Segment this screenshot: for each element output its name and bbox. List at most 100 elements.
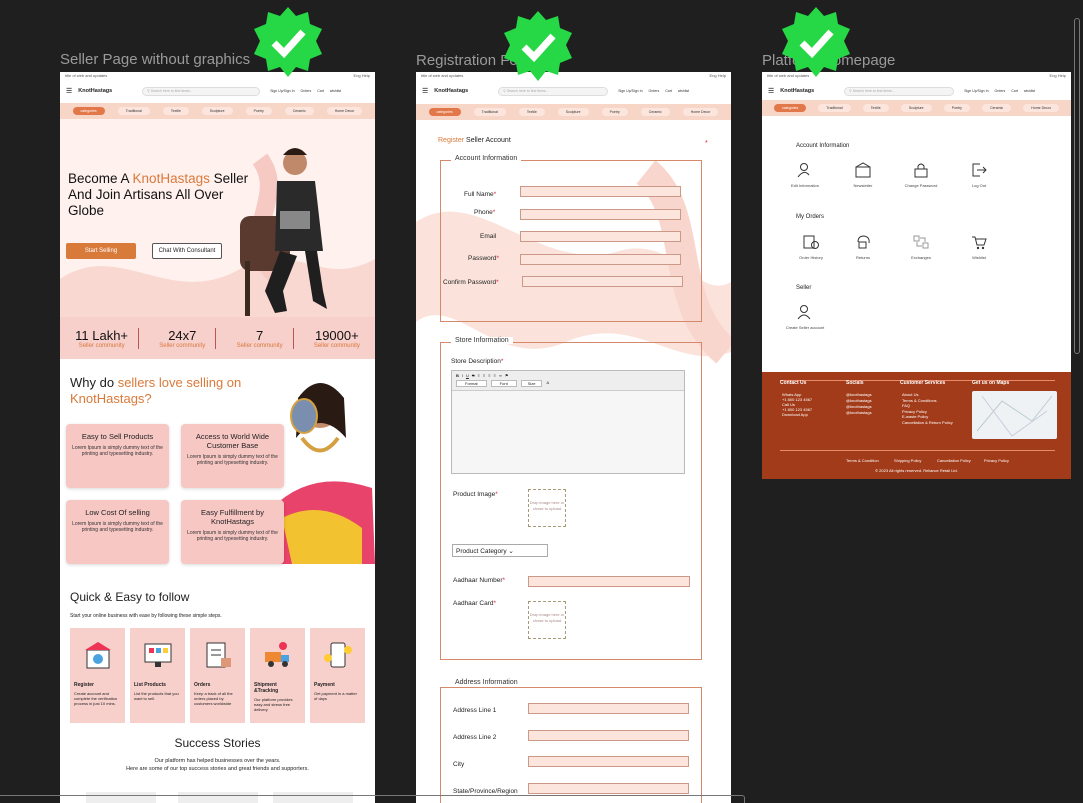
horizontal-scrollbar[interactable] bbox=[0, 795, 745, 803]
topbar-right[interactable]: Eng Help bbox=[1050, 73, 1066, 78]
address-line1-label: Address Line 1 bbox=[453, 707, 497, 714]
orders-link[interactable]: Orders bbox=[301, 89, 312, 93]
topbar-right[interactable]: Eng Help bbox=[710, 73, 726, 78]
category-traditional[interactable]: Traditional bbox=[818, 104, 851, 112]
social-link[interactable]: @knothastags bbox=[846, 410, 872, 416]
create-seller-account-item[interactable]: Create Seller account bbox=[780, 304, 830, 330]
category-ceramic[interactable]: Ceramic bbox=[982, 104, 1012, 112]
category-sculpture[interactable]: Sculpture bbox=[557, 108, 589, 116]
category-textile[interactable]: Textile bbox=[162, 107, 189, 115]
category-textile[interactable]: Textile bbox=[518, 108, 545, 116]
category-categories[interactable]: categories bbox=[72, 107, 105, 115]
product-image-dropzone[interactable]: Drop image here or chose to upload bbox=[528, 489, 566, 527]
signin-link[interactable]: Sign Up/Sign In bbox=[270, 89, 294, 93]
logo[interactable]: KnotHastags bbox=[780, 88, 814, 94]
orders-link[interactable]: Orders bbox=[649, 89, 660, 93]
category-sculpture[interactable]: Sculpture bbox=[900, 104, 932, 112]
underline-button[interactable]: U bbox=[466, 373, 469, 378]
category-poetry[interactable]: Poetry bbox=[943, 104, 970, 112]
aadhaar-card-dropzone[interactable]: Drop image here or chose to upload bbox=[528, 601, 566, 639]
flag-icon[interactable]: ⚑ bbox=[505, 373, 509, 378]
list-icon[interactable]: ≡ bbox=[483, 373, 485, 378]
returns-item[interactable]: Returns bbox=[838, 234, 888, 260]
category-home-decor[interactable]: Home Decor bbox=[682, 108, 719, 116]
align-icon[interactable]: ≡ bbox=[494, 373, 496, 378]
service-link[interactable]: Cancellation & Return Policy bbox=[902, 420, 953, 426]
category-home-decor[interactable]: Home Decor bbox=[1023, 104, 1059, 112]
category-traditional[interactable]: Traditional bbox=[473, 108, 506, 116]
logo[interactable]: KnotHastags bbox=[78, 88, 112, 94]
city-input[interactable] bbox=[528, 756, 689, 767]
aadhaar-number-input[interactable] bbox=[528, 576, 690, 587]
wishlist-link[interactable]: wishlist bbox=[1024, 89, 1035, 93]
search-input[interactable]: ⚲ Search here to find items... bbox=[142, 86, 261, 96]
wishlist-link[interactable]: wishlist bbox=[330, 89, 341, 93]
signin-link[interactable]: Sign Up/Sign In bbox=[618, 89, 642, 93]
product-category-select[interactable]: Product Category ⌄ bbox=[452, 544, 548, 557]
benefit-card: Easy to Sell Products Lorem Ipsum is simp… bbox=[66, 424, 169, 488]
wishlist-item[interactable]: Wishlist bbox=[954, 234, 1004, 260]
confirm-password-input[interactable] bbox=[522, 276, 683, 287]
category-ceramic[interactable]: Ceramic bbox=[284, 107, 314, 115]
wishlist-cart-icon bbox=[954, 234, 1004, 250]
category-categories[interactable]: categories bbox=[774, 104, 807, 112]
category-poetry[interactable]: Poetry bbox=[601, 108, 628, 116]
start-selling-button[interactable]: Start Selling bbox=[66, 243, 136, 259]
menu-icon[interactable]: ☰ bbox=[768, 87, 774, 95]
format-select[interactable]: Format bbox=[456, 380, 487, 387]
text-color-icon[interactable]: A bbox=[546, 380, 549, 387]
search-input[interactable]: ⚲ Search here to find items... bbox=[498, 86, 609, 96]
footer-link[interactable]: Terms & Condition bbox=[846, 458, 879, 463]
download-app-link[interactable]: Download App bbox=[782, 412, 812, 417]
link-icon[interactable]: ∞ bbox=[499, 373, 502, 378]
category-textile[interactable]: Textile bbox=[862, 104, 889, 112]
topbar-right[interactable]: Eng Help bbox=[354, 73, 370, 78]
font-select[interactable]: Font bbox=[490, 380, 517, 387]
full-name-input[interactable] bbox=[520, 186, 681, 197]
edit-information-item[interactable]: Edit Information bbox=[780, 162, 830, 188]
password-input[interactable] bbox=[520, 254, 681, 265]
email-input[interactable] bbox=[520, 231, 681, 242]
orders-link[interactable]: Orders bbox=[995, 89, 1006, 93]
vertical-scrollbar[interactable] bbox=[1074, 18, 1080, 354]
footer-link[interactable]: Cancellation Policy bbox=[937, 458, 971, 463]
address-line1-input[interactable] bbox=[528, 703, 689, 714]
category-poetry[interactable]: Poetry bbox=[245, 107, 272, 115]
chat-consultant-button[interactable]: Chat With Consultant bbox=[152, 243, 222, 259]
newsletter-item[interactable]: Newsletter bbox=[838, 162, 888, 188]
category-sculpture[interactable]: Sculpture bbox=[201, 107, 233, 115]
wishlist-link[interactable]: wishlist bbox=[678, 89, 689, 93]
list-icon[interactable]: ≡ bbox=[478, 373, 480, 378]
category-categories[interactable]: categories bbox=[428, 108, 461, 116]
log-out-item[interactable]: Log Out bbox=[954, 162, 1004, 188]
logo[interactable]: KnotHastags bbox=[434, 88, 468, 94]
menu-icon[interactable]: ☰ bbox=[66, 87, 72, 95]
cart-link[interactable]: Cart bbox=[665, 89, 672, 93]
signin-link[interactable]: Sign Up/Sign In bbox=[964, 89, 988, 93]
store-description-editor[interactable]: B I U S ≡ ≡ ≡ ≡ ∞ ⚑ Format Font Size A bbox=[451, 370, 685, 474]
cart-link[interactable]: Cart bbox=[317, 89, 324, 93]
change-password-item[interactable]: Change Password bbox=[896, 162, 946, 188]
footer-link[interactable]: Shipping Policy bbox=[894, 458, 921, 463]
menu-icon[interactable]: ☰ bbox=[422, 87, 428, 95]
size-select[interactable]: Size bbox=[520, 380, 543, 387]
phone-input[interactable] bbox=[520, 209, 681, 220]
benefit-card: Easy Fulfillment by KnotHastags Lorem Ips… bbox=[181, 500, 284, 564]
bold-button[interactable]: B bbox=[456, 373, 459, 378]
footer-services-title: Customer Services bbox=[900, 380, 946, 386]
cart-link[interactable]: Cart bbox=[1011, 89, 1018, 93]
address-line2-input[interactable] bbox=[528, 730, 689, 741]
approved-check-icon bbox=[782, 7, 850, 77]
state-input[interactable] bbox=[528, 783, 689, 794]
category-ceramic[interactable]: Ceramic bbox=[640, 108, 670, 116]
exchanges-item[interactable]: Exchanges bbox=[896, 234, 946, 260]
search-input[interactable]: ⚲ Search here to find items... bbox=[844, 86, 955, 96]
footer-map[interactable] bbox=[972, 391, 1057, 439]
category-home-decor[interactable]: Home Decor bbox=[326, 107, 363, 115]
italic-button[interactable]: I bbox=[462, 373, 463, 378]
order-history-item[interactable]: Order History bbox=[786, 234, 836, 260]
category-traditional[interactable]: Traditional bbox=[117, 107, 150, 115]
footer-link[interactable]: Privacy Policy bbox=[984, 458, 1009, 463]
strike-button[interactable]: S bbox=[472, 373, 475, 378]
align-icon[interactable]: ≡ bbox=[488, 373, 490, 378]
